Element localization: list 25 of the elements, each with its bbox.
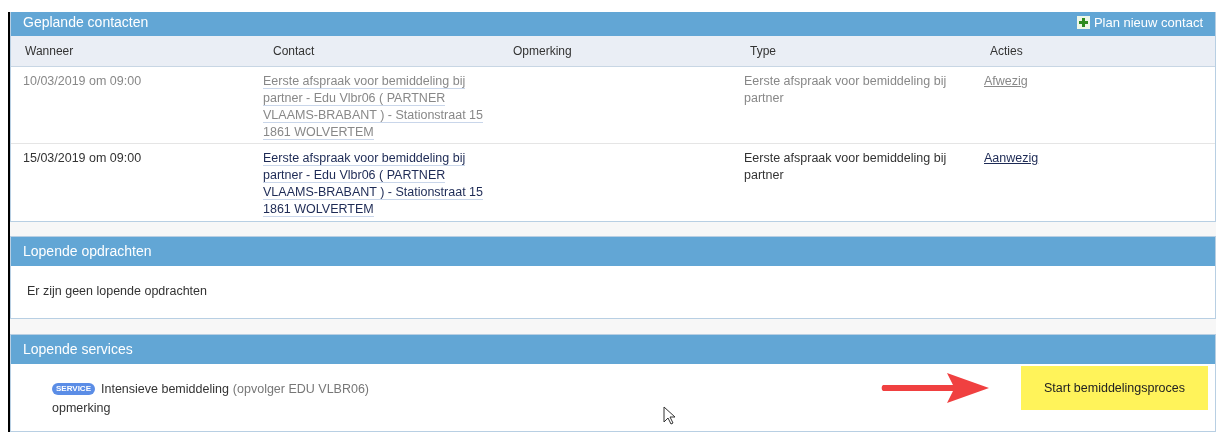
column-header: Wanneer (25, 44, 74, 58)
service-detail: (opvolger EDU VLBR06) (232, 381, 370, 398)
panel-title: Lopende opdrachten (23, 242, 152, 261)
empty-message: Er zijn geen lopende opdrachten (27, 284, 207, 298)
panel-title: Lopende services (23, 340, 133, 359)
column-header: Acties (990, 44, 1023, 58)
service-remark: opmerking (52, 399, 112, 417)
service-name: Intensieve bemiddeling (101, 381, 229, 398)
service-badge: SERVICE (52, 383, 95, 396)
plus-icon (1076, 16, 1090, 29)
attendance-link[interactable]: Aanwezig (984, 151, 1039, 165)
start-process-button[interactable]: Start bemiddelingsproces (1021, 366, 1208, 410)
table-cell-text: Eerste afspraak voor bemiddeling bij partner (744, 73, 948, 107)
attendance-link[interactable]: Afwezig (984, 74, 1028, 88)
table-cell: 10/03/2019 om 09:00 (23, 74, 142, 88)
column-header: Contact (273, 44, 315, 58)
table-cell-text: Eerste afspraak voor bemiddeling bij partner (744, 150, 948, 184)
panel-title: Geplande contacten (23, 13, 149, 32)
arrow-icon (879, 371, 991, 405)
table-cell: 15/03/2019 om 09:00 (23, 151, 142, 165)
column-header: Type (750, 44, 776, 58)
column-header: Opmerking (513, 44, 572, 58)
cursor-icon (663, 406, 676, 425)
contact-link[interactable]: Eerste afspraak voor bemiddeling bij partner - Edu Vlbr06 ( PARTNER VLAAMS-BRABANT ) - Stationstraat 15 1861 WOLVERTEM (263, 73, 495, 141)
contact-link[interactable]: Eerste afspraak voor bemiddeling bij partner - Edu Vlbr06 ( PARTNER VLAAMS-BRABANT ) - Stationstraat 15 1861 WOLVERTEM (263, 150, 495, 218)
